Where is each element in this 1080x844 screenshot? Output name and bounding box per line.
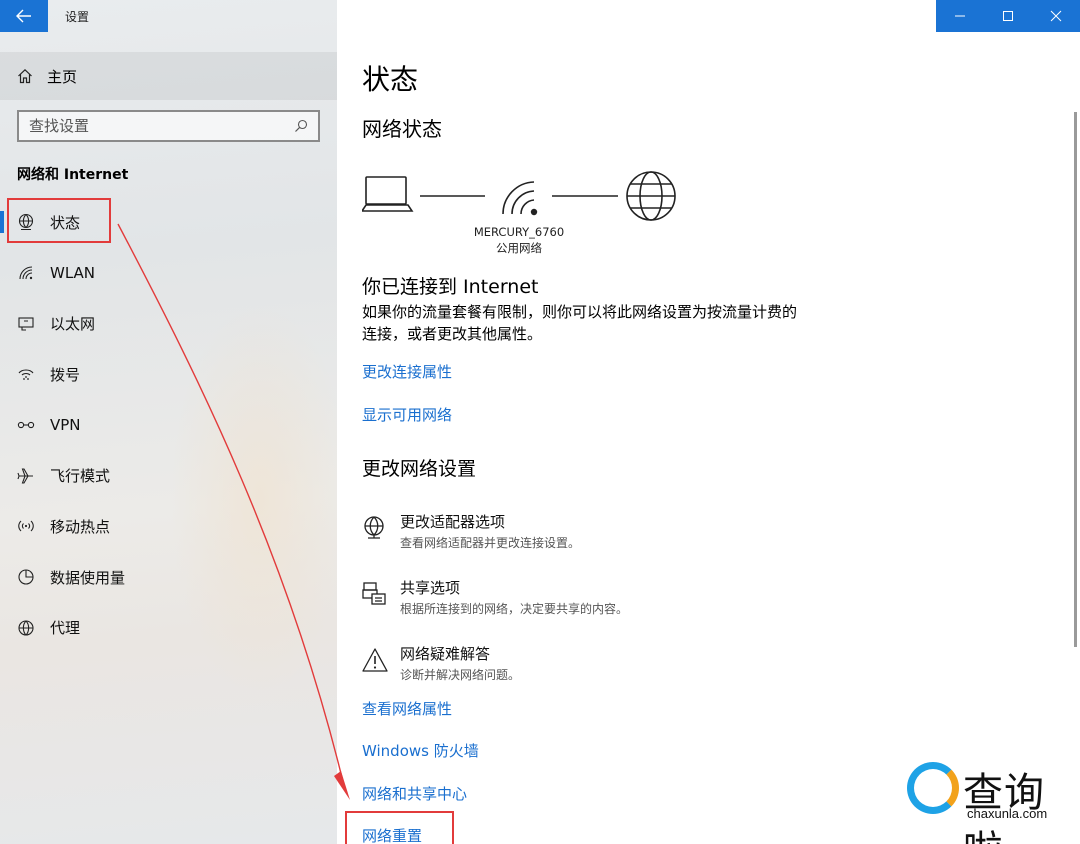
printer-share-icon — [362, 581, 388, 607]
dialup-icon — [17, 365, 35, 383]
sidebar-item-label: 状态 — [50, 213, 81, 232]
network-reset-link[interactable]: 网络重置 — [362, 825, 422, 844]
wifi-icon — [17, 264, 35, 282]
scrollbar[interactable] — [1074, 112, 1077, 647]
title-bar: 设置 — [0, 0, 337, 32]
option-title: 更改适配器选项 — [400, 513, 506, 531]
sidebar-item-status[interactable]: 状态 — [0, 197, 337, 248]
option-description: 查看网络适配器并更改连接设置。 — [400, 536, 581, 550]
ethernet-icon — [17, 315, 35, 333]
watermark-logo: 查询啦 chaxunla.com — [905, 760, 1075, 844]
warning-icon — [362, 647, 388, 673]
sidebar-item-airplane[interactable]: 飞行模式 — [0, 450, 337, 501]
internet-globe-icon — [626, 171, 676, 221]
option-description: 诊断并解决网络问题。 — [400, 668, 521, 682]
adapter-globe-icon — [362, 515, 388, 541]
laptop-icon — [362, 176, 414, 212]
sidebar-item-label: 飞行模式 — [50, 467, 111, 486]
home-label: 主页 — [47, 67, 78, 86]
sidebar-item-label: 数据使用量 — [50, 568, 126, 587]
section-title: 网络和 Internet — [17, 167, 129, 183]
network-sharing-center-link[interactable]: 网络和共享中心 — [362, 783, 467, 804]
back-button[interactable] — [0, 0, 48, 32]
hotspot-icon — [17, 517, 35, 535]
maximize-icon — [1003, 11, 1013, 21]
windows-firewall-link[interactable]: Windows 防火墙 — [362, 740, 479, 761]
sidebar-item-wlan[interactable]: WLAN — [0, 248, 337, 299]
network-status-heading: 网络状态 — [362, 117, 442, 141]
sidebar-item-hotspot[interactable]: 移动热点 — [0, 501, 337, 552]
sidebar-item-dialup[interactable]: 拨号 — [0, 349, 337, 400]
app-title: 设置 — [65, 9, 90, 24]
connected-heading: 你已连接到 Internet — [362, 276, 539, 298]
main-content: 状态 网络状态 MERCURY_6760 公用网络 你已连接到 Internet… — [337, 0, 1080, 844]
page-title: 状态 — [362, 63, 419, 96]
minimize-icon — [955, 15, 965, 17]
view-network-properties-link[interactable]: 查看网络属性 — [362, 698, 452, 719]
show-available-networks-link[interactable]: 显示可用网络 — [362, 404, 452, 425]
sidebar-item-proxy[interactable]: 代理 — [0, 603, 337, 654]
maximize-button[interactable] — [984, 0, 1032, 32]
sidebar-item-label: 代理 — [50, 619, 81, 638]
sidebar-item-label: 以太网 — [50, 315, 96, 334]
troubleshoot-item[interactable]: 网络疑难解答 诊断并解决网络问题。 — [362, 643, 520, 683]
airplane-icon — [17, 467, 35, 485]
connected-description: 如果你的流量套餐有限制，则你可以将此网络设置为按流量计费的连接，或者更改其他属性… — [362, 303, 798, 343]
search-input[interactable] — [29, 117, 269, 135]
globe-icon — [17, 619, 35, 637]
sidebar-item-label: WLAN — [50, 264, 96, 283]
adapter-options-item[interactable]: 更改适配器选项 查看网络适配器并更改连接设置。 — [362, 511, 580, 551]
network-type: 公用网络 — [496, 241, 542, 255]
option-description: 根据所连接到的网络，决定要共享的内容。 — [400, 602, 629, 616]
option-title: 共享选项 — [400, 579, 461, 597]
sidebar-item-label: 拨号 — [50, 365, 81, 384]
globe-status-icon — [17, 213, 35, 231]
search-icon[interactable] — [294, 119, 308, 133]
logo-q-icon — [907, 762, 959, 814]
sidebar-item-data-usage[interactable]: 数据使用量 — [0, 552, 337, 603]
sidebar-item-label: 移动热点 — [50, 517, 111, 536]
watermark-text: 查询啦 — [963, 770, 1045, 844]
search-box[interactable] — [17, 110, 320, 142]
sidebar-nav: 状态 WLAN 以太网 拨号 VPN 飞行模式 移动热点 数据使用量 代理 — [0, 197, 337, 653]
close-button[interactable] — [1032, 0, 1080, 32]
data-usage-icon — [17, 568, 35, 586]
change-network-settings-heading: 更改网络设置 — [362, 458, 477, 480]
home-icon — [18, 68, 32, 84]
sidebar-item-label: VPN — [50, 416, 81, 435]
wifi-signal-icon — [502, 181, 538, 216]
network-ssid: MERCURY_6760 — [473, 225, 565, 239]
change-connection-properties-link[interactable]: 更改连接属性 — [362, 361, 452, 382]
minimize-button[interactable] — [936, 0, 984, 32]
watermark-url: chaxunla.com — [967, 806, 1048, 821]
option-title: 网络疑难解答 — [400, 645, 491, 663]
sharing-options-item[interactable]: 共享选项 根据所连接到的网络，决定要共享的内容。 — [362, 577, 628, 617]
window-controls — [936, 0, 1080, 32]
arrow-left-icon — [16, 9, 31, 23]
home-nav-item[interactable]: 主页 — [0, 52, 337, 100]
close-icon — [1050, 10, 1062, 22]
sidebar-item-ethernet[interactable]: 以太网 — [0, 298, 337, 349]
vpn-icon — [17, 416, 35, 434]
sidebar: 设置 主页 网络和 Internet 状态 WLAN — [0, 0, 337, 844]
network-name-label: MERCURY_6760 公用网络 — [457, 224, 581, 256]
sidebar-item-vpn[interactable]: VPN — [0, 400, 337, 451]
